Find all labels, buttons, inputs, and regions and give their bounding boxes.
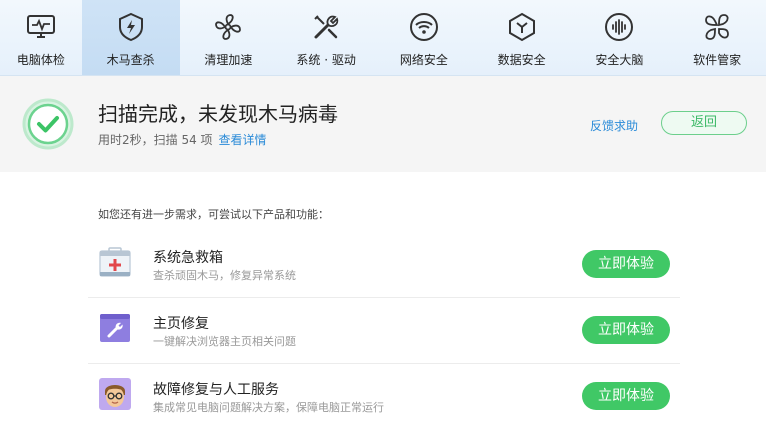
wifi-icon (409, 13, 438, 41)
tools-icon (314, 15, 339, 39)
nav-item-network-security[interactable]: 网络安全 (375, 0, 473, 75)
support-agent-icon (99, 378, 131, 410)
wrench-window-icon (100, 314, 130, 342)
scan-result-banner: 扫描完成，未发现木马病毒 用时2秒，扫描 54 项查看详情 反馈求助 返回 (0, 76, 766, 172)
nav-item-software-manager[interactable]: 软件管家 (668, 0, 766, 75)
nav-item-system-driver[interactable]: 系统 · 驱动 (277, 0, 375, 75)
top-nav: 电脑体检 木马查杀 清理加速 系统 · 驱动 网络安全 数据安全 安全大脑 软件… (0, 0, 766, 76)
nav-item-cleanup[interactable]: 清理加速 (180, 0, 278, 75)
nav-label: 木马查杀 (106, 53, 155, 67)
result-title: 扫描完成，未发现木马病毒 (98, 102, 338, 126)
item-description: 集成常见电脑问题解决方案，保障电脑正常运行 (153, 401, 384, 414)
item-description: 查杀顽固木马，修复异常系统 (153, 269, 296, 282)
nav-item-trojan-scan[interactable]: 木马查杀 (81, 0, 180, 75)
try-now-button[interactable]: 立即体验 (582, 250, 670, 278)
nav-label: 网络安全 (399, 53, 448, 67)
brain-waves-icon (605, 13, 634, 41)
nav-label: 安全大脑 (595, 53, 644, 67)
view-details-link[interactable]: 查看详情 (219, 133, 267, 147)
nav-label: 软件管家 (693, 53, 742, 67)
list-item: 系统急救箱 查杀顽固木马，修复异常系统 立即体验 (88, 232, 680, 298)
list-item: 故障修复与人工服务 集成常见电脑问题解决方案，保障电脑正常运行 立即体验 (88, 364, 680, 429)
nav-item-data-security[interactable]: 数据安全 (473, 0, 571, 75)
suggestions-title: 如您还有进一步需求，可尝试以下产品和功能： (98, 208, 329, 221)
list-item: 主页修复 一键解决浏览器主页相关问题 立即体验 (88, 298, 680, 364)
nav-label: 数据安全 (497, 53, 546, 67)
item-title: 故障修复与人工服务 (153, 382, 279, 398)
scan-summary: 用时2秒，扫描 54 项 (98, 133, 213, 147)
app-grid-icon (705, 14, 730, 40)
nav-label: 电脑体检 (16, 53, 65, 67)
suggestions-list: 系统急救箱 查杀顽固木马，修复异常系统 立即体验 主页修复 一键解决浏览器主页相… (88, 232, 680, 429)
try-now-button[interactable]: 立即体验 (582, 382, 670, 410)
check-circle-icon (22, 98, 74, 150)
item-title: 系统急救箱 (153, 250, 223, 266)
first-aid-kit-icon (99, 247, 131, 277)
fan-icon (215, 14, 242, 40)
feedback-link[interactable]: 反馈求助 (590, 117, 638, 134)
item-description: 一键解决浏览器主页相关问题 (153, 335, 296, 348)
nav-label: 系统 · 驱动 (296, 53, 356, 67)
result-subtitle: 用时2秒，扫描 54 项查看详情 (98, 131, 267, 148)
shield-lightning-icon (118, 12, 143, 42)
item-title: 主页修复 (153, 316, 209, 332)
cube-icon (508, 12, 535, 42)
nav-item-pc-checkup[interactable]: 电脑体检 (0, 0, 82, 75)
nav-label: 清理加速 (204, 53, 253, 67)
monitor-pulse-icon (26, 15, 55, 38)
try-now-button[interactable]: 立即体验 (582, 316, 670, 344)
back-button[interactable]: 返回 (661, 111, 747, 135)
nav-item-security-brain[interactable]: 安全大脑 (571, 0, 669, 75)
